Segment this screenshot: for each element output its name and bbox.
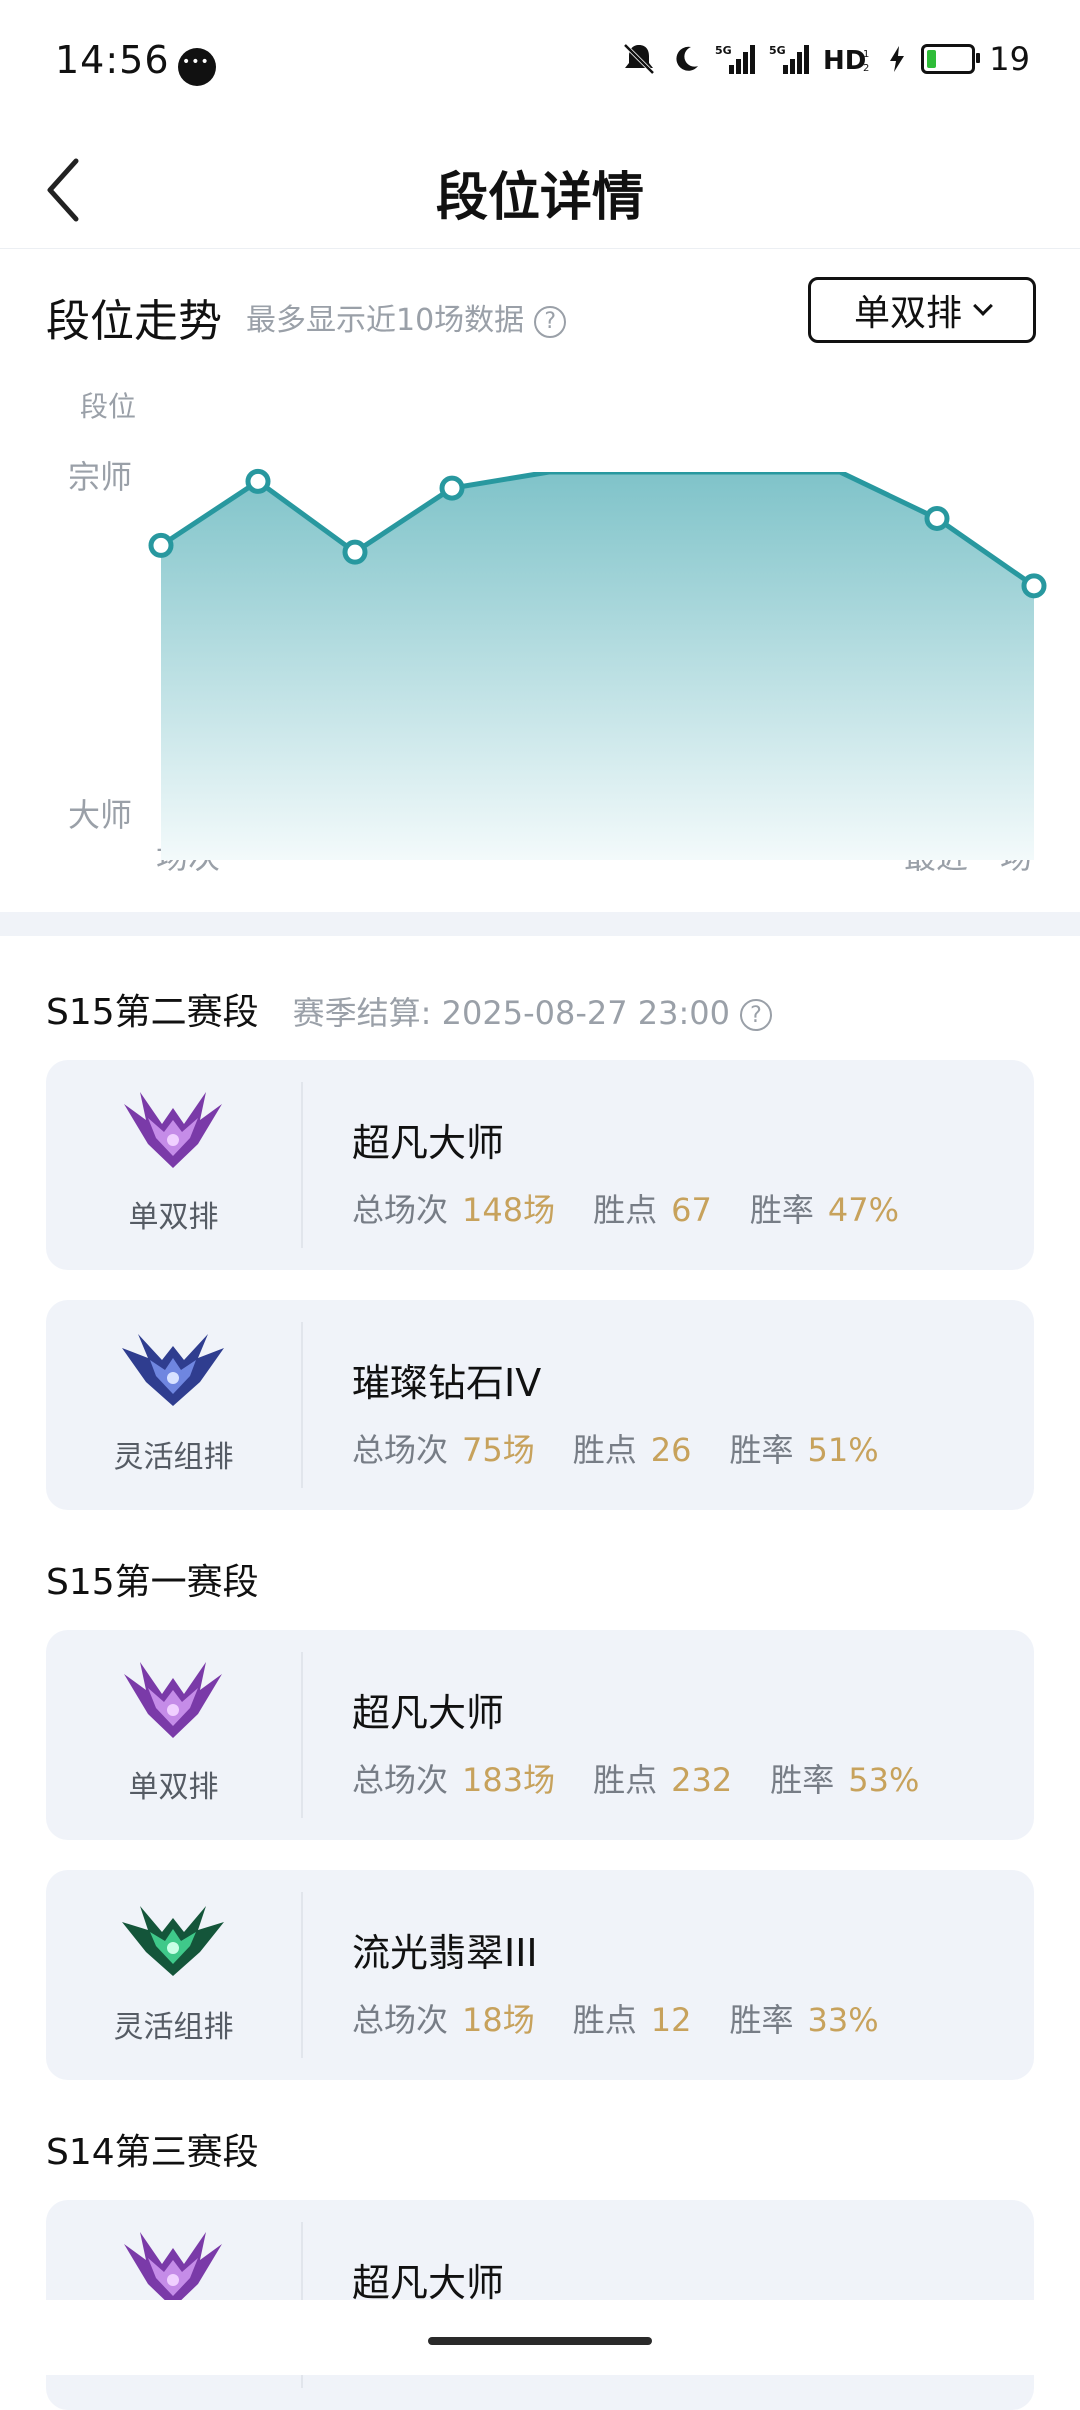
rank-name: 璀璨钻石IV [352,1361,542,1405]
section-divider [0,912,1080,936]
rank-name: 流光翡翠III [352,1931,538,1975]
rank-card[interactable]: 单双排 超凡大师 总场次 183场 胜点 232 胜率 53% [46,1630,1034,1840]
battery-icon [921,44,981,74]
games-label: 总场次 [352,1761,449,1799]
rank-emblem-block: 灵活组排 [46,1322,303,1488]
svg-text:5G: 5G [715,44,732,57]
master-emblem-icon [124,1662,222,1738]
season-header: S15第一赛段 [46,1553,259,1605]
trend-title: 段位走势 [46,296,222,347]
games-label: 总场次 [352,1191,449,1229]
chat-icon [178,48,216,86]
queue-label: 灵活组排 [113,1440,234,1475]
battery-level: 19 [989,40,1030,78]
rank-emblem-block: 单双排 [46,1652,303,1818]
rank-card[interactable]: 灵活组排 流光翡翠III 总场次 18场 胜点 12 胜率 33% [46,1870,1034,2080]
winrate-label: 胜率 [729,2001,794,2039]
season-title: S14第三赛段 [46,2132,259,2173]
diamond-emblem-icon [122,1334,224,1406]
queue-label: 灵活组排 [113,2010,234,2045]
nav-bar: 段位详情 [0,130,1080,249]
lp-label: 胜点 [572,2001,637,2039]
winrate-value: 47% [827,1191,899,1229]
charging-icon [890,46,905,72]
rank-stats: 总场次 183场 胜点 232 胜率 53% [352,1755,957,1801]
status-bar: 14:56 5G 5G HD 1 2 19 [0,0,1080,130]
chart-plot [148,468,1047,860]
queue-mode-dropdown[interactable]: 单双排 [808,277,1036,343]
lp-value: 232 [671,1761,733,1799]
rank-emblem-block: 灵活组排 [46,1892,303,2058]
lp-value: 26 [650,1431,692,1469]
rank-trend-chart: 段位 宗师 大师 场次 最近一场 [0,360,1080,900]
games-value: 75场 [462,1431,535,1469]
status-icons: 5G 5G HD 1 2 19 [621,40,1030,78]
emerald-emblem-icon [122,1906,224,1976]
winrate-label: 胜率 [749,1191,814,1229]
settlement-text: 赛季结算: 2025-08-27 23:00 [292,994,730,1032]
svg-text:2: 2 [863,63,869,74]
rank-card[interactable]: 灵活组排 璀璨钻石IV 总场次 75场 胜点 26 胜率 51% [46,1300,1034,1510]
chart-point[interactable] [924,505,950,531]
rank-stats: 总场次 148场 胜点 67 胜率 47% [352,1185,937,1231]
winrate-label: 胜率 [729,1431,794,1469]
mute-icon [623,43,655,75]
question-circle-icon[interactable]: ? [740,999,772,1031]
status-time: 14:56 [55,38,170,82]
chart-point[interactable] [148,532,174,558]
games-label: 总场次 [352,1431,449,1469]
home-indicator[interactable] [428,2337,652,2345]
rank-stats: 总场次 18场 胜点 12 胜率 33% [352,1995,917,2041]
rank-card[interactable]: 单双排 超凡大师 总场次 148场 胜点 67 胜率 47% [46,1060,1034,1270]
chart-point[interactable] [439,475,465,501]
svg-text:HD: HD [823,46,866,75]
lp-label: 胜点 [572,1431,637,1469]
season-header: S14第三赛段 [46,2123,259,2175]
chart-point[interactable] [245,468,271,494]
chart-point[interactable] [342,539,368,565]
queue-mode-label: 单双排 [853,293,962,334]
chart-area [161,472,1034,860]
winrate-label: 胜率 [770,1761,835,1799]
games-value: 18场 [462,2001,535,2039]
svg-text:1: 1 [863,49,869,60]
lp-value: 67 [671,1191,712,1229]
rank-name: 超凡大师 [352,1121,505,1165]
games-value: 148场 [462,1191,556,1229]
queue-label: 单双排 [128,1200,219,1235]
moon-icon [676,46,699,71]
lp-label: 胜点 [593,1761,658,1799]
chart-point[interactable] [1021,573,1047,599]
page-title: 段位详情 [435,168,644,228]
season-header: S15第二赛段 赛季结算: 2025-08-27 23:00? [46,983,772,1035]
games-label: 总场次 [352,2001,449,2039]
games-value: 183场 [462,1761,556,1799]
hd-icon: HD 1 2 [823,46,869,75]
lp-label: 胜点 [593,1191,658,1229]
season-title: S15第一赛段 [46,1562,259,1603]
master-emblem-icon [124,1092,222,1168]
trend-header: 段位走势 最多显示近10场数据? 单双排 [46,275,1036,355]
signal-icon: 5G [715,44,756,74]
lp-value: 12 [650,2001,692,2039]
winrate-value: 53% [848,1761,920,1799]
queue-label: 单双排 [128,1770,219,1805]
rank-name: 超凡大师 [352,2261,505,2305]
trend-hint: 最多显示近10场数据? [246,295,567,339]
season-settlement: 赛季结算: 2025-08-27 23:00? [293,994,772,1032]
chevron-down-icon [973,296,993,316]
winrate-value: 33% [807,2001,879,2039]
rank-emblem-block: 单双排 [46,1082,303,1248]
rank-stats: 总场次 75场 胜点 26 胜率 51% [352,1425,917,1471]
season-title: S15第二赛段 [46,992,259,1033]
trend-hint-text: 最多显示近10场数据 [246,303,525,338]
signal-icon: 5G [769,44,810,74]
svg-text:5G: 5G [769,44,786,57]
question-circle-icon[interactable]: ? [534,305,567,338]
winrate-value: 51% [807,1431,879,1469]
rank-name: 超凡大师 [352,1691,505,1735]
